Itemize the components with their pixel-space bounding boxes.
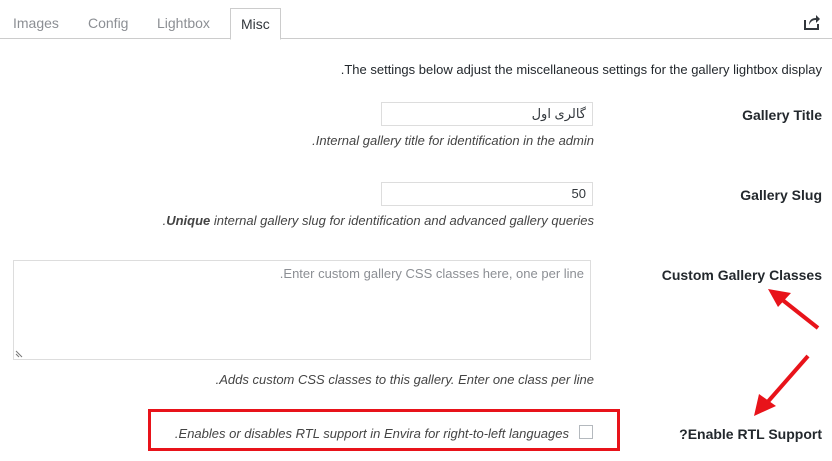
arrow-line-lower [763,354,810,407]
gallery-title-input[interactable]: گالری اول [381,102,593,126]
arrowhead-upper-icon [768,289,791,307]
gallery-slug-description-text: internal gallery slug for identification… [162,213,594,228]
share-icon[interactable] [803,13,821,31]
tab-images[interactable]: Images [13,15,59,31]
custom-classes-label: Custom Gallery Classes [661,267,822,283]
gallery-slug-input[interactable]: 50 [381,182,593,206]
arrowhead-lower-icon [754,394,776,416]
gallery-slug-description: Unique internal gallery slug for identif… [163,213,594,228]
resize-grip-icon[interactable] [15,350,23,358]
tab-bar: Images Config Lightbox Misc [0,0,832,40]
rtl-support-checkbox[interactable] [579,425,593,439]
custom-classes-textarea[interactable]: Enter custom gallery CSS classes here, o… [13,260,591,360]
custom-classes-description: Adds custom CSS classes to this gallery.… [215,372,594,387]
gallery-slug-label: Gallery Slug [740,187,822,203]
tab-config[interactable]: Config [88,15,128,31]
rtl-support-label: Enable RTL Support? [679,426,822,442]
tab-bar-baseline [0,38,832,39]
rtl-support-description: Enables or disables RTL support in Envir… [174,426,569,441]
unique-emphasis: Unique [166,213,211,228]
arrow-line-upper [778,296,820,330]
tab-lightbox[interactable]: Lightbox [157,15,210,31]
gallery-title-description: Internal gallery title for identificatio… [312,133,594,148]
tab-misc[interactable]: Misc [230,8,281,40]
annotation-highlight-box: Enables or disables RTL support in Envir… [148,409,620,451]
gallery-title-label: Gallery Title [742,107,822,123]
intro-text: The settings below adjust the miscellane… [340,62,822,77]
custom-classes-placeholder: Enter custom gallery CSS classes here, o… [279,266,584,281]
